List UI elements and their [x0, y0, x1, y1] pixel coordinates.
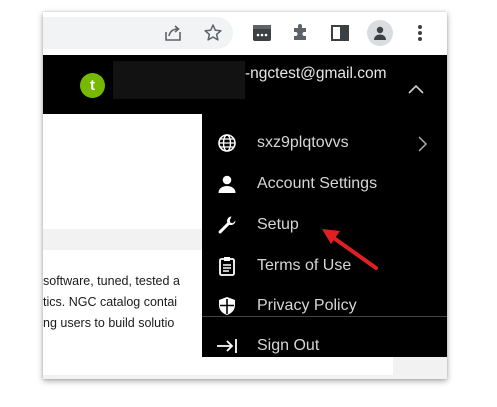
description-line-3: ng users to build solutio	[43, 316, 175, 330]
chevron-up-icon[interactable]	[408, 81, 424, 99]
menu-label-sign-out: Sign Out	[257, 337, 320, 354]
shield-icon	[216, 295, 238, 317]
menu-item-privacy-policy[interactable]: Privacy Policy	[202, 287, 447, 327]
annotation-arrow-icon	[322, 229, 378, 270]
clipboard-icon	[216, 255, 238, 277]
puzzle-extensions-icon[interactable]	[290, 22, 312, 44]
description-line-1: software, tuned, tested a	[43, 274, 180, 288]
chevron-right-icon	[418, 136, 428, 157]
menu-item-account-settings[interactable]: Account Settings	[202, 165, 447, 205]
menu-label-privacy-policy: Privacy Policy	[257, 297, 357, 314]
side-panel-icon[interactable]	[329, 22, 351, 44]
person-icon	[216, 173, 238, 195]
extension-nvidia-icon[interactable]	[251, 22, 273, 44]
share-icon[interactable]	[162, 22, 184, 44]
avatar[interactable]: t	[80, 73, 105, 98]
sign-out-icon	[216, 335, 238, 357]
redacted-username	[113, 61, 245, 99]
screenshot-frame: t -ngctest@gmail.com software, tuned, te…	[43, 12, 447, 379]
browser-toolbar	[43, 12, 447, 55]
menu-label-account-settings: Account Settings	[257, 175, 378, 192]
bookmark-star-icon[interactable]	[202, 22, 224, 44]
globe-icon	[216, 132, 238, 154]
menu-item-sign-out[interactable]: Sign Out	[202, 327, 447, 367]
description-line-2: tics. NGC catalog contai	[43, 295, 178, 309]
user-email[interactable]: -ngctest@gmail.com	[245, 65, 387, 83]
wrench-icon	[216, 214, 238, 236]
site-header: t -ngctest@gmail.com	[43, 55, 447, 114]
profile-icon[interactable]	[367, 20, 393, 46]
menu-label-org: sxz9plqtovvs	[257, 134, 349, 151]
content-card-top	[43, 114, 203, 229]
avatar-letter: t	[90, 77, 95, 94]
more-vert-icon[interactable]	[409, 22, 431, 44]
menu-divider	[202, 316, 447, 317]
menu-label-setup: Setup	[257, 216, 299, 233]
menu-item-org[interactable]: sxz9plqtovvs	[202, 124, 447, 164]
